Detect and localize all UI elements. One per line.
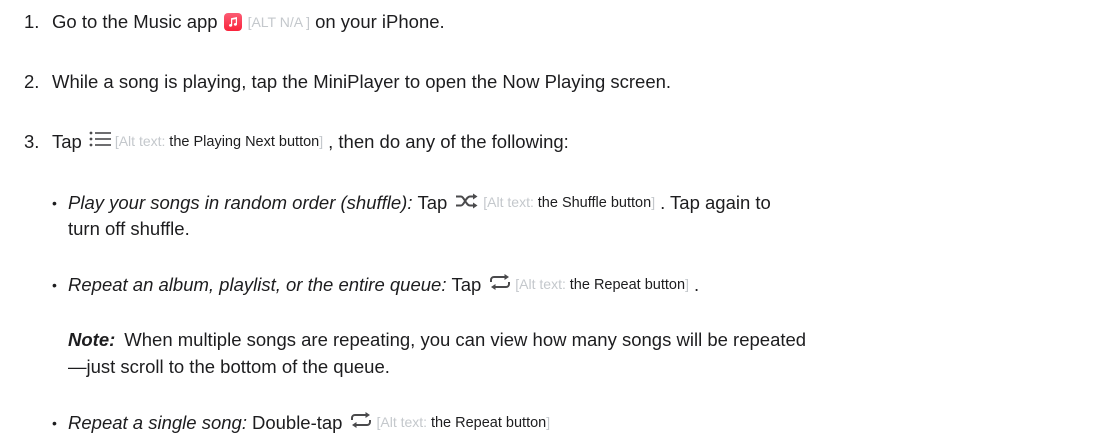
bullet-mark: • [52, 414, 57, 431]
bullet-text: Tap [451, 273, 482, 295]
note-continuation: —just scroll to the bottom of the queue. [68, 355, 390, 379]
step-text: on your iPhone. [315, 11, 445, 32]
alt-text: [Alt text: the Repeat button] [515, 276, 689, 293]
music-app-icon [223, 13, 242, 31]
bullet-label: Repeat an album, playlist, or the entire… [68, 273, 447, 295]
bullet-label: Play your songs in random order (shuffle… [68, 191, 413, 213]
bullet-shuffle: • Play your songs in random order (shuff… [52, 190, 771, 215]
alt-text: [ALT N/A ] [247, 14, 311, 30]
note-text: When multiple songs are repeating, you c… [124, 329, 807, 350]
step-number: 1. [24, 11, 40, 32]
repeat-icon [489, 273, 511, 297]
playing-next-icon [89, 130, 111, 154]
step-text: , then do any of the following: [328, 130, 569, 152]
bullet-label: Repeat a single song: [68, 411, 247, 433]
shuffle-icon [455, 191, 479, 215]
step-text: Tap [52, 130, 82, 152]
step-number: 2. [24, 71, 40, 92]
step-3: 3. Tap [Alt text: the Playing Next butto… [24, 129, 569, 154]
bullet-mark: • [52, 194, 57, 211]
instructions-document: 1. Go to the Music app [ALT N/A ] on you… [0, 0, 1118, 439]
bullet-repeat-single: • Repeat a single song: Double-tap [Alt … [52, 410, 550, 435]
repeat-icon [350, 411, 372, 435]
note-label: Note: [68, 329, 116, 350]
step-text: While a song is playing, tap the MiniPla… [52, 71, 672, 92]
bullet-text: turn off shuffle. [68, 218, 190, 239]
bullet-text: . Tap again to [660, 191, 771, 213]
alt-text: [Alt text: the Playing Next button] [114, 133, 324, 150]
alt-text: [Alt text: the Shuffle button] [483, 194, 656, 211]
bullet-text: . [693, 273, 700, 295]
note-text: —just scroll to the bottom of the queue. [68, 356, 390, 377]
step-1: 1. Go to the Music app [ALT N/A ] on you… [24, 10, 445, 34]
bullet-mark: • [52, 276, 57, 293]
bullet-shuffle-continuation: turn off shuffle. [68, 217, 190, 241]
note: Note: When multiple songs are repeating,… [68, 328, 806, 352]
alt-text: [Alt text: the Repeat button] [376, 414, 551, 431]
step-text: Go to the Music app [52, 11, 218, 32]
step-number: 3. [24, 130, 40, 152]
bullet-repeat-queue: • Repeat an album, playlist, or the enti… [52, 272, 699, 297]
bullet-text: Double-tap [251, 411, 343, 433]
bullet-text: Tap [417, 191, 448, 213]
step-2: 2. While a song is playing, tap the Mini… [24, 70, 671, 94]
